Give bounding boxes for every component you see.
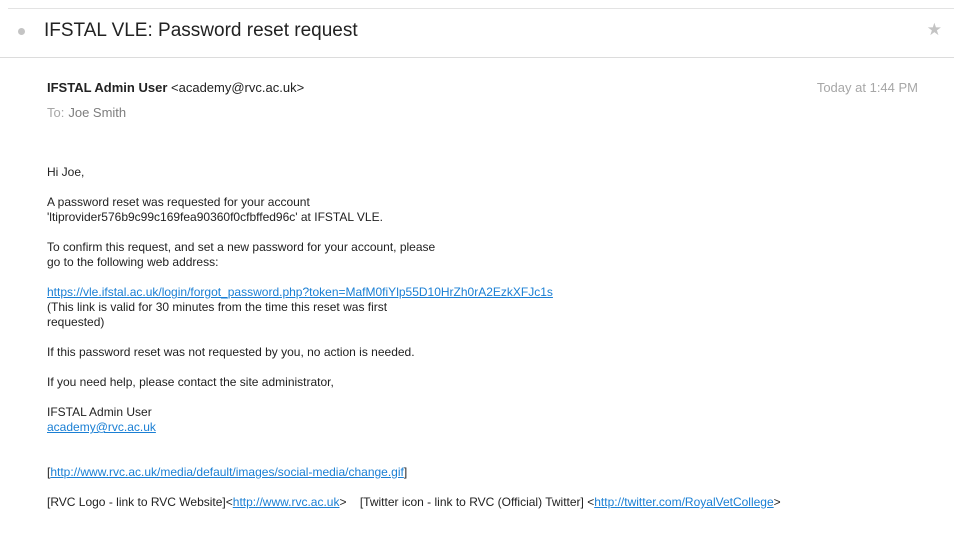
signature-name: IFSTAL Admin User (47, 405, 152, 419)
greeting-text: Hi Joe, (47, 165, 85, 179)
confirm-line-2: go to the following web address: (47, 255, 219, 269)
reset-request-line-2: 'ltiprovider576b9c99c169fea90360f0cfbffe… (47, 210, 383, 224)
email-subject: IFSTAL VLE: Password reset request (44, 20, 358, 41)
reset-request-line-1: A password reset was requested for your … (47, 195, 310, 209)
to-line: To: Joe Smith (47, 105, 918, 120)
email-viewer: IFSTAL VLE: Password reset request ★ IFS… (0, 0, 954, 555)
sender-email[interactable]: <academy@rvc.ac.uk> (171, 80, 304, 95)
greeting: Hi Joe, (47, 165, 927, 180)
sender-name[interactable]: IFSTAL Admin User (47, 80, 167, 95)
twitter-link[interactable]: http://twitter.com/RoyalVetCollege (594, 495, 773, 509)
footer-links-line: [RVC Logo - link to RVC Website]<http://… (47, 495, 927, 510)
to-label: To: (47, 105, 65, 120)
email-timestamp: Today at 1:44 PM (816, 80, 918, 95)
no-action-text: If this password reset was not requested… (47, 345, 415, 359)
image-bracket-close: ] (403, 465, 408, 479)
rvc-website-link[interactable]: http://www.rvc.ac.uk (233, 495, 340, 509)
twitter-text: [Twitter icon - link to RVC (Official) T… (359, 495, 595, 509)
email-meta: IFSTAL Admin User <academy@rvc.ac.uk> To… (47, 80, 918, 120)
reset-request-paragraph: A password reset was requested for your … (47, 195, 927, 225)
help-text: If you need help, please contact the sit… (47, 375, 334, 389)
no-action-paragraph: If this password reset was not requested… (47, 345, 927, 360)
email-body: Hi Joe, A password reset was requested f… (47, 165, 927, 525)
valid-note-line-2: requested) (47, 315, 105, 329)
recipient-name[interactable]: Joe Smith (68, 105, 126, 120)
reset-password-link[interactable]: https://vle.ifstal.ac.uk/login/forgot_pa… (47, 285, 553, 299)
from-line: IFSTAL Admin User <academy@rvc.ac.uk> (47, 80, 918, 95)
twitter-link-close: > (773, 495, 781, 509)
image-placeholder-line: [http://www.rvc.ac.uk/media/default/imag… (47, 465, 927, 480)
unread-indicator-icon[interactable] (18, 28, 25, 35)
signature-email-link[interactable]: academy@rvc.ac.uk (47, 420, 156, 434)
signature: IFSTAL Admin User academy@rvc.ac.uk (47, 405, 927, 435)
rvc-logo-text: [RVC Logo - link to RVC Website]< (47, 495, 233, 509)
link-paragraph: https://vle.ifstal.ac.uk/login/forgot_pa… (47, 285, 927, 330)
email-header: IFSTAL VLE: Password reset request ★ (0, 9, 954, 58)
rvc-link-close: > (339, 495, 347, 509)
star-icon[interactable]: ★ (927, 20, 942, 40)
confirm-line-1: To confirm this request, and set a new p… (47, 240, 436, 254)
change-gif-link[interactable]: http://www.rvc.ac.uk/media/default/image… (50, 465, 404, 479)
valid-note-line-1: (This link is valid for 30 minutes from … (47, 300, 388, 314)
help-paragraph: If you need help, please contact the sit… (47, 375, 927, 390)
confirm-paragraph: To confirm this request, and set a new p… (47, 240, 927, 270)
